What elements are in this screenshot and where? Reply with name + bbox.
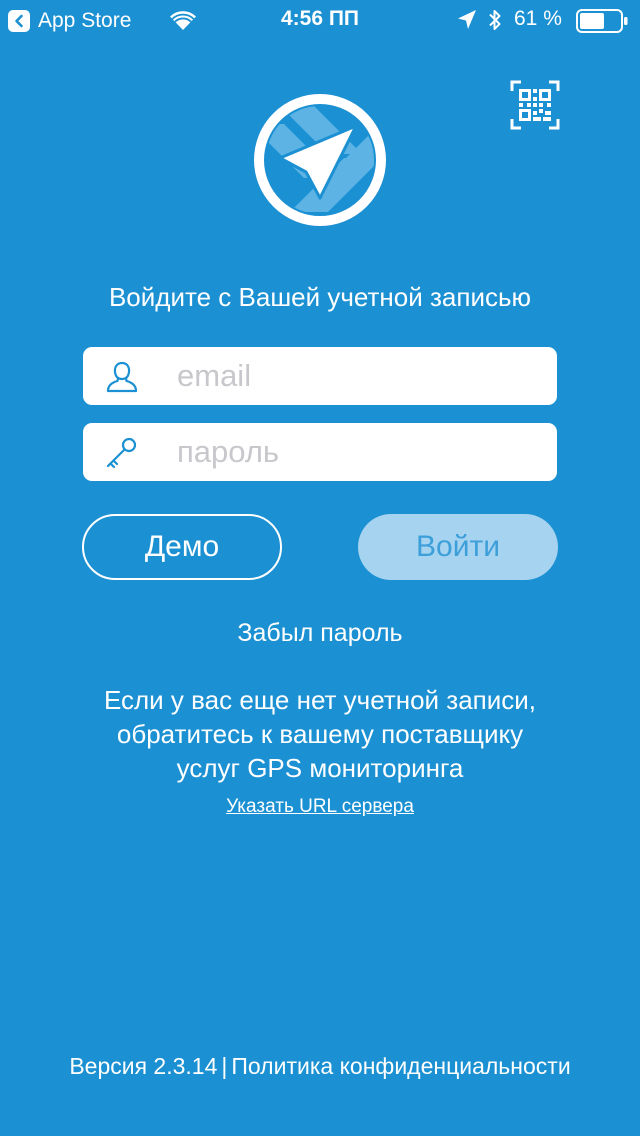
password-field[interactable] bbox=[83, 423, 557, 481]
info-line: обратитесь к вашему поставщику bbox=[116, 719, 524, 749]
email-field[interactable] bbox=[83, 347, 557, 405]
battery-percent: 61 % bbox=[514, 7, 562, 30]
login-button[interactable]: Войти bbox=[358, 514, 558, 580]
password-input[interactable] bbox=[177, 423, 537, 481]
version-label: Версия 2.3.14 bbox=[69, 1053, 218, 1079]
footer-separator: | bbox=[221, 1053, 228, 1079]
qr-code-scan-icon bbox=[510, 80, 560, 130]
demo-button[interactable]: Демо bbox=[82, 514, 282, 580]
app-logo bbox=[252, 92, 388, 228]
gps-arrow-logo bbox=[254, 94, 386, 226]
email-input[interactable] bbox=[177, 347, 537, 405]
status-bar: App Store 4:56 ПП 61 % bbox=[0, 0, 640, 40]
set-server-url-link[interactable]: Указать URL сервера bbox=[0, 796, 640, 818]
login-heading: Войдите с Вашей учетной записью bbox=[108, 282, 532, 312]
user-icon bbox=[105, 360, 139, 394]
info-line: Если у вас еще нет учетной записи, bbox=[103, 685, 537, 715]
privacy-policy-link[interactable]: Политика конфиденциальности bbox=[231, 1053, 570, 1079]
bluetooth-icon bbox=[487, 8, 503, 37]
info-line: услуг GPS мониторинга bbox=[176, 753, 464, 783]
battery-icon bbox=[576, 9, 630, 38]
key-icon bbox=[105, 436, 139, 470]
footer: Версия 2.3.14 | Политика конфиденциальност… bbox=[0, 1053, 640, 1080]
qr-code-scan-button[interactable] bbox=[510, 80, 560, 130]
location-arrow-icon bbox=[457, 9, 477, 36]
no-account-info: Если у вас еще нет учетной записи, обрат… bbox=[40, 683, 600, 785]
forgot-password-link[interactable]: Забыл пароль bbox=[0, 619, 640, 648]
